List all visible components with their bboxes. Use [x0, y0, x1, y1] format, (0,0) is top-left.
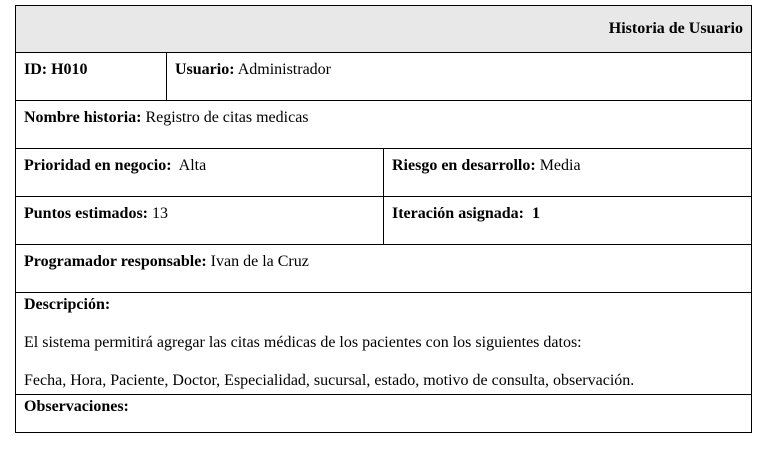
observaciones-cell: Observaciones: — [15, 394, 752, 433]
usuario-cell: Usuario: Administrador — [166, 52, 752, 101]
table-title: Historia de Usuario — [608, 20, 743, 37]
puntos-label: Puntos estimados: — [24, 205, 149, 222]
riesgo-cell: Riesgo en desarrollo: Media — [383, 148, 752, 197]
nombre-historia-value: Registro de citas medicas — [145, 109, 309, 126]
table-title-cell: Historia de Usuario — [15, 5, 752, 53]
puntos-cell: Puntos estimados: 13 — [15, 196, 384, 245]
riesgo-label: Riesgo en desarrollo: — [392, 157, 536, 174]
nombre-historia-label: Nombre historia: — [24, 109, 142, 126]
id-cell: ID: H010 — [15, 52, 167, 101]
usuario-value: Administrador — [237, 61, 332, 78]
riesgo-value: Media — [539, 157, 581, 174]
prioridad-cell: Prioridad en negocio: Alta — [15, 148, 384, 197]
user-story-table: Historia de Usuario ID: H010 Usuario: Ad… — [15, 5, 752, 433]
usuario-label: Usuario: — [175, 61, 235, 78]
descripcion-line-2: Fecha, Hora, Paciente, Doctor, Especiali… — [24, 372, 635, 389]
id-value: H010 — [51, 61, 88, 78]
prioridad-value: Alta — [178, 157, 207, 174]
puntos-value: 13 — [152, 205, 169, 222]
observaciones-label: Observaciones: — [24, 398, 129, 415]
nombre-historia-cell: Nombre historia: Registro de citas medic… — [15, 100, 752, 149]
programador-value: Ivan de la Cruz — [210, 253, 309, 270]
programador-label: Programador responsable: — [24, 253, 207, 270]
id-label: ID: — [24, 61, 48, 78]
iteracion-cell: Iteración asignada: 1 — [383, 196, 752, 245]
descripcion-label: Descripción: — [24, 296, 111, 313]
descripcion-line-1: El sistema permitirá agregar las citas m… — [24, 334, 582, 351]
iteracion-label: Iteración asignada: — [392, 205, 524, 222]
descripcion-cell: Descripción: El sistema permitirá agrega… — [15, 292, 752, 395]
prioridad-label: Prioridad en negocio: — [24, 157, 172, 174]
iteracion-value: 1 — [532, 205, 540, 222]
programador-cell: Programador responsable: Ivan de la Cruz — [15, 244, 752, 293]
